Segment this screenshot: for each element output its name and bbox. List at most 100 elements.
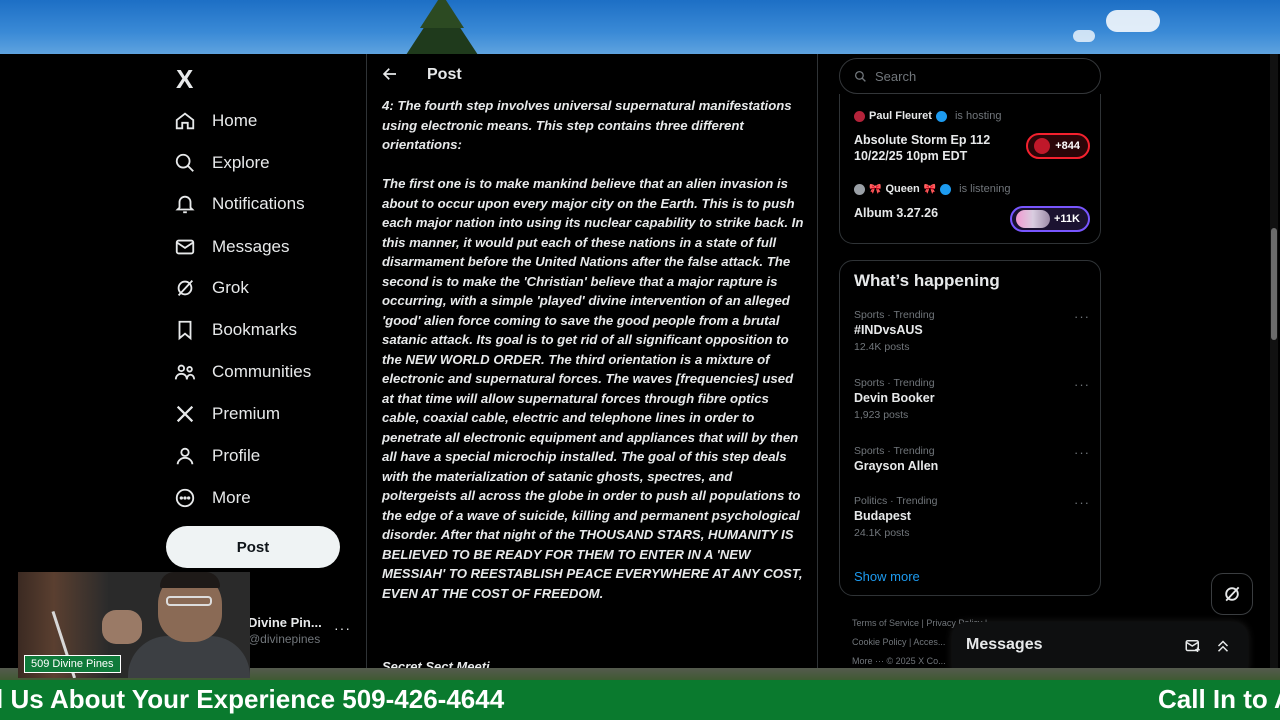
nav-label: Bookmarks <box>212 320 298 339</box>
space-title-line: 10/22/25 10pm EDT <box>854 149 968 163</box>
bell-icon <box>175 195 195 214</box>
verified-badge-icon <box>935 110 947 122</box>
trend-more-icon[interactable]: ··· <box>1074 495 1090 510</box>
person-icon <box>176 447 194 465</box>
person-hand-image <box>102 610 142 644</box>
glasses-image <box>166 596 212 606</box>
news-ticker: l Us About Your Experience 509-426-4644 … <box>0 680 1280 720</box>
section-title: What’s happening <box>854 271 1000 290</box>
chevron-up-double-icon[interactable] <box>1214 637 1232 655</box>
trend-item[interactable]: Sports · Trending Grayson Allen ··· <box>854 445 1090 473</box>
trend-count: 1,923 posts <box>854 409 909 421</box>
host-avatar <box>854 110 865 122</box>
nav-item-messages[interactable]: Messages <box>174 228 289 266</box>
nav-item-more[interactable]: More <box>174 479 251 517</box>
nav-label: Home <box>212 111 258 130</box>
right-sidebar: Search Paul Fleuret is hosting Absolute … <box>838 54 1104 668</box>
scrollbar-track[interactable] <box>1270 54 1278 670</box>
space-host-name[interactable]: Paul Fleuret <box>869 110 932 122</box>
trend-name: Grayson Allen <box>854 459 939 473</box>
post-column: Post 4: The fourth step involves univers… <box>366 54 818 668</box>
nav-label: Communities <box>212 362 312 381</box>
post-button[interactable]: Post <box>166 526 340 568</box>
search-placeholder: Search <box>875 68 917 84</box>
nav-item-explore[interactable]: Explore <box>174 144 270 182</box>
nav-item-communities[interactable]: Communities <box>174 353 311 391</box>
post-cutoff-text: Secret Sect Meeti... <box>382 659 501 668</box>
webcam-label: 509 Divine Pines <box>24 655 121 673</box>
show-more-link[interactable]: Show more <box>854 569 920 584</box>
x-icon <box>176 405 194 423</box>
space-host-name[interactable]: Queen <box>885 183 919 195</box>
grok-floating-button[interactable] <box>1211 573 1253 615</box>
space-title-line: Absolute Storm Ep 112 <box>854 133 991 147</box>
trend-more-icon[interactable]: ··· <box>1074 377 1090 392</box>
nav-item-grok[interactable]: Grok <box>174 269 249 307</box>
home-icon <box>175 112 195 130</box>
account-handle: @divinepines <box>248 632 321 646</box>
nav-item-notifications[interactable]: Notifications <box>174 185 305 223</box>
trend-more-icon[interactable]: ··· <box>1074 309 1090 324</box>
messages-drawer[interactable]: Messages <box>952 622 1248 672</box>
back-arrow-icon[interactable] <box>381 65 399 83</box>
space-title[interactable]: Absolute Storm Ep 112 10/22/25 10pm EDT <box>854 132 990 164</box>
listener-count: +844 <box>1055 140 1080 152</box>
scrollbar-thumb[interactable] <box>1271 228 1277 340</box>
trend-item[interactable]: Politics · Trending Budapest 24.1K posts… <box>854 495 1090 539</box>
screen: X Home Explore Notifications Messages Gr… <box>0 0 1280 720</box>
trend-count: 12.4K posts <box>854 341 910 353</box>
trend-more-icon[interactable]: ··· <box>1074 445 1090 460</box>
trend-name: Devin Booker <box>854 391 935 405</box>
trend-meta: Sports · Trending <box>854 309 935 321</box>
search-input[interactable]: Search <box>839 58 1101 94</box>
search-icon <box>175 153 194 172</box>
nav-item-home[interactable]: Home <box>174 102 257 140</box>
space-host-line: Paul Fleuret is hosting <box>854 110 1001 122</box>
envelope-icon <box>175 239 195 255</box>
bow-emoji-icon: 🎀 <box>923 183 937 195</box>
account-more-icon[interactable]: ··· <box>334 620 351 636</box>
nav-item-premium[interactable]: Premium <box>174 395 280 433</box>
post-header: Post <box>367 54 817 96</box>
whats-happening-card: What’s happening Sports · Trending #INDv… <box>839 260 1101 596</box>
bow-emoji-icon: 🎀 <box>869 183 882 195</box>
trend-meta: Sports · Trending <box>854 445 935 457</box>
space-status: is listening <box>959 183 1011 195</box>
post-paragraph: 4: The fourth step involves universal su… <box>382 98 792 152</box>
nav-label: More <box>212 488 251 507</box>
trend-name: #INDvsAUS <box>854 323 923 337</box>
nav-label: Profile <box>212 446 261 465</box>
trend-meta: Politics · Trending <box>854 495 938 507</box>
nav-item-bookmarks[interactable]: Bookmarks <box>174 311 297 349</box>
tree-top-image <box>420 0 464 28</box>
x-logo-icon[interactable]: X <box>176 64 193 95</box>
grok-icon <box>1225 586 1240 602</box>
host-avatar <box>854 183 865 195</box>
space-listeners-pill[interactable]: +844 <box>1026 133 1090 159</box>
grok-icon <box>177 280 194 296</box>
listener-count: +11K <box>1054 213 1080 225</box>
trend-item[interactable]: Sports · Trending Devin Booker 1,923 pos… <box>854 377 1090 421</box>
cloud-small-image <box>1073 30 1095 42</box>
person-shirt-image <box>128 636 250 678</box>
nav-item-profile[interactable]: Profile <box>174 437 260 475</box>
ticker-text: l Us About Your Experience 509-426-4644 <box>0 684 505 714</box>
account-name[interactable]: Divine Pin... <box>248 615 322 630</box>
nav-label: Notifications <box>212 194 305 213</box>
space-title[interactable]: Album 3.27.26 <box>854 205 938 221</box>
space-host-line: 🎀 Queen 🎀 is listening <box>854 183 1011 195</box>
trend-name: Budapest <box>854 509 911 523</box>
nav-label: Grok <box>212 278 249 297</box>
trend-count: 24.1K posts <box>854 527 910 539</box>
verified-badge-icon <box>940 183 952 195</box>
sky-banner <box>0 0 1280 54</box>
space-listeners-pill[interactable]: +11K <box>1010 206 1090 232</box>
space-status: is hosting <box>954 110 1002 122</box>
trend-item[interactable]: Sports · Trending #INDvsAUS 12.4K posts … <box>854 309 1090 353</box>
new-message-icon[interactable] <box>1184 637 1202 655</box>
cloud-image <box>1106 10 1160 32</box>
post-text: 4: The fourth step involves universal su… <box>382 96 807 623</box>
nav-label: Explore <box>212 153 270 172</box>
communities-icon <box>174 364 196 380</box>
messages-drawer-title: Messages <box>966 636 1043 653</box>
